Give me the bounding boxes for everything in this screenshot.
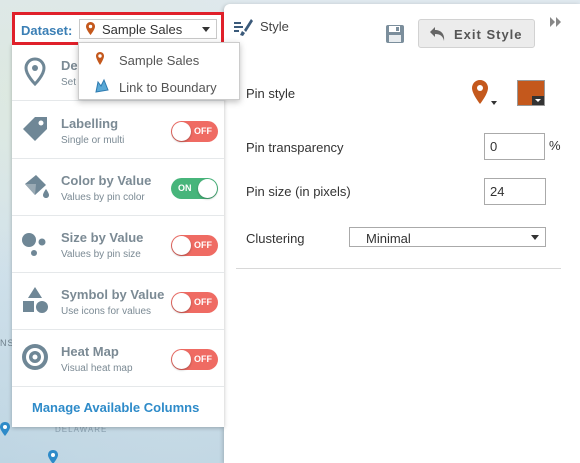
tab-style[interactable]: Style xyxy=(232,14,302,38)
toggle-state: OFF xyxy=(194,354,212,364)
map-pin-icon xyxy=(24,57,46,86)
divider xyxy=(236,268,561,269)
boundary-map-icon xyxy=(95,78,109,93)
dataset-dropdown-menu: Sample Sales Link to Boundary xyxy=(78,42,240,100)
layers-panel: De Set Labelling Single or multi OFF Col… xyxy=(12,44,224,427)
size-by-value-toggle[interactable]: OFF xyxy=(171,235,218,256)
map-pin-icon xyxy=(86,22,95,35)
toggle-knob xyxy=(172,293,191,312)
row-title: Labelling xyxy=(61,116,119,131)
clustering-value: Minimal xyxy=(366,231,411,246)
option-label: Sample Sales xyxy=(119,53,200,68)
pin-transparency-input[interactable] xyxy=(484,133,545,160)
clustering-label: Clustering xyxy=(246,231,305,246)
pin-size-input[interactable] xyxy=(484,178,546,205)
paint-bucket-icon xyxy=(25,175,49,198)
toggle-knob xyxy=(198,179,217,198)
row-symbol-by-value[interactable]: Symbol by Value Use icons for values OFF xyxy=(12,273,224,330)
row-title: Size by Value xyxy=(61,230,144,245)
map-pin-icon[interactable] xyxy=(48,450,58,463)
heat-map-icon xyxy=(22,344,48,370)
map-pin-icon xyxy=(96,52,104,65)
tab-style-label: Style xyxy=(260,19,289,34)
row-heat-map[interactable]: Heat Map Visual heat map OFF xyxy=(12,330,224,387)
exit-style-button[interactable]: Exit Style xyxy=(418,19,535,48)
chevron-down-icon xyxy=(202,27,210,32)
row-title: Symbol by Value xyxy=(61,287,165,302)
map-pin-icon[interactable] xyxy=(0,422,10,436)
dataset-option-link-boundary[interactable]: Link to Boundary xyxy=(79,72,239,99)
row-subtitle: Visual heat map xyxy=(61,363,133,374)
toggle-state: OFF xyxy=(194,126,212,136)
chevron-down-icon xyxy=(532,96,544,105)
dataset-selector-bar: Dataset: Sample Sales xyxy=(12,12,224,45)
chevron-down-icon xyxy=(531,235,539,240)
toggle-state: ON xyxy=(178,183,192,193)
row-color-by-value[interactable]: Color by Value Values by pin color ON xyxy=(12,159,224,216)
row-title: De xyxy=(61,58,78,73)
option-label: Link to Boundary xyxy=(119,80,217,95)
pin-transparency-label: Pin transparency xyxy=(246,140,344,155)
undo-arrow-icon xyxy=(430,27,445,41)
toggle-state: OFF xyxy=(194,240,212,250)
tag-icon xyxy=(23,117,47,141)
row-subtitle: Use icons for values xyxy=(61,306,152,317)
save-icon[interactable] xyxy=(385,24,405,44)
row-labelling[interactable]: Labelling Single or multi OFF xyxy=(12,102,224,159)
circles-size-icon xyxy=(22,233,46,256)
row-size-by-value[interactable]: Size by Value Values by pin size OFF xyxy=(12,216,224,273)
pin-size-label: Pin size (in pixels) xyxy=(246,184,351,199)
exit-style-label: Exit Style xyxy=(454,27,523,42)
map-pin-icon xyxy=(472,80,497,105)
toggle-knob xyxy=(172,236,191,255)
paint-brush-icon xyxy=(234,19,253,36)
row-subtitle: Set xyxy=(61,77,77,88)
row-title: Color by Value xyxy=(61,173,152,188)
toggle-state: OFF xyxy=(194,297,212,307)
toggle-knob xyxy=(172,122,191,141)
row-title: Heat Map xyxy=(61,344,119,359)
manage-columns-link[interactable]: Manage Available Columns xyxy=(32,400,199,415)
labelling-toggle[interactable]: OFF xyxy=(171,121,218,142)
dataset-select[interactable]: Sample Sales xyxy=(79,19,217,39)
toggle-knob xyxy=(172,350,191,369)
percent-unit: % xyxy=(549,138,561,153)
pin-style-picker[interactable] xyxy=(470,78,500,108)
pin-color-picker[interactable] xyxy=(517,80,545,106)
dataset-option-sample-sales[interactable]: Sample Sales xyxy=(79,45,239,72)
row-subtitle: Values by pin color xyxy=(61,192,145,203)
symbol-by-value-toggle[interactable]: OFF xyxy=(171,292,218,313)
row-subtitle: Values by pin size xyxy=(61,249,141,260)
color-by-value-toggle[interactable]: ON xyxy=(171,178,218,199)
pin-style-label: Pin style xyxy=(246,86,296,101)
row-subtitle: Single or multi xyxy=(61,135,125,146)
dataset-selected-value: Sample Sales xyxy=(102,22,183,37)
dataset-label: Dataset: xyxy=(21,23,73,38)
shapes-icon xyxy=(23,287,48,313)
heat-map-toggle[interactable]: OFF xyxy=(171,349,218,370)
collapse-panel-icon[interactable] xyxy=(549,16,563,28)
clustering-select[interactable]: Minimal xyxy=(349,227,546,247)
